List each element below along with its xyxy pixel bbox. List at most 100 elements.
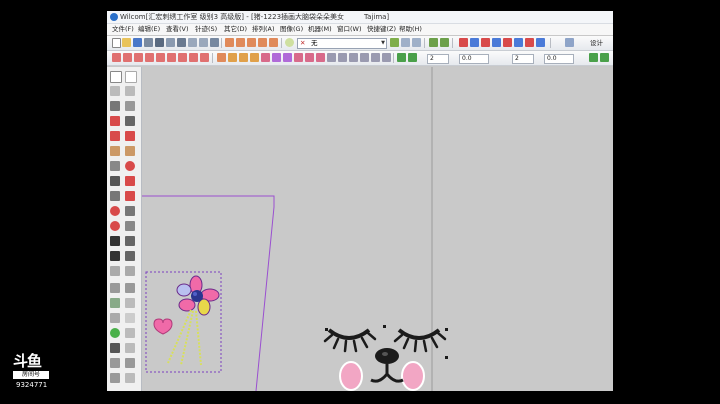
rotate-icon[interactable]	[600, 53, 609, 62]
line-icon[interactable]	[110, 176, 120, 186]
curve-icon[interactable]	[110, 191, 120, 201]
stitch-tool-5-icon[interactable]	[156, 53, 165, 62]
menu-window[interactable]: 窗口(W)	[337, 24, 362, 35]
effect-14-icon[interactable]	[360, 53, 369, 62]
menu-machine[interactable]: 机器(M)	[308, 24, 332, 35]
zigzag-2-icon[interactable]	[125, 131, 135, 141]
outline-2-icon[interactable]	[125, 313, 135, 323]
spin-value-3[interactable]: 2	[512, 54, 534, 64]
effect-5-icon[interactable]	[261, 53, 270, 62]
star-icon[interactable]	[125, 206, 135, 216]
green-circle-icon[interactable]	[110, 328, 120, 338]
effect-9-icon[interactable]	[305, 53, 314, 62]
zigzag-icon[interactable]	[110, 131, 120, 141]
stitch-tool-3-icon[interactable]	[134, 53, 143, 62]
color-tool-5-icon[interactable]	[503, 38, 512, 47]
satin-icon[interactable]	[110, 116, 120, 126]
effect-2-icon[interactable]	[228, 53, 237, 62]
move-icon[interactable]	[589, 53, 598, 62]
stitch-tool-9-icon[interactable]	[200, 53, 209, 62]
menu-image[interactable]: 图像(G)	[280, 24, 303, 35]
auto-fix-2-icon[interactable]	[408, 53, 417, 62]
monogram-icon[interactable]	[110, 251, 120, 261]
stitch-type-1-icon[interactable]	[225, 38, 234, 47]
tool-c-icon[interactable]	[412, 38, 421, 47]
effect-11-icon[interactable]	[327, 53, 336, 62]
trace-2-icon[interactable]	[125, 298, 135, 308]
measure-2-icon[interactable]	[125, 373, 135, 383]
lettering-2-icon[interactable]	[125, 236, 135, 246]
stitch-type-5-icon[interactable]	[269, 38, 278, 47]
sequence-2-icon[interactable]	[125, 343, 135, 353]
pattern-icon[interactable]	[125, 221, 135, 231]
stitch-type-4-icon[interactable]	[258, 38, 267, 47]
effect-10-icon[interactable]	[316, 53, 325, 62]
reshape-icon[interactable]	[110, 86, 120, 96]
circle-icon[interactable]	[125, 161, 135, 171]
menu-edit[interactable]: 编辑(E)	[138, 24, 160, 35]
design-canvas[interactable]	[142, 67, 613, 391]
save-icon[interactable]	[133, 38, 142, 47]
menu-shortcuts[interactable]: 快捷键(Z)	[367, 24, 396, 35]
offset-icon[interactable]	[125, 328, 135, 338]
tool-a-icon[interactable]	[390, 38, 399, 47]
color-tool-8-icon[interactable]	[536, 38, 545, 47]
color-tool-1-icon[interactable]	[459, 38, 468, 47]
hide-icon[interactable]	[110, 266, 120, 276]
color-circle-icon[interactable]	[285, 38, 294, 47]
new-file-icon[interactable]	[112, 38, 121, 48]
select-arrow-icon[interactable]	[110, 71, 122, 83]
pen-2-icon[interactable]	[125, 358, 135, 368]
cut-icon[interactable]	[155, 38, 164, 47]
stitch-tool-6-icon[interactable]	[167, 53, 176, 62]
stitch-type-3-icon[interactable]	[247, 38, 256, 47]
effect-7-icon[interactable]	[283, 53, 292, 62]
circle-tool-icon[interactable]	[110, 206, 120, 216]
knife-icon[interactable]	[125, 86, 135, 96]
appliqué-2-icon[interactable]	[125, 283, 135, 293]
stitch-icon[interactable]	[110, 101, 120, 111]
color-tool-4-icon[interactable]	[492, 38, 501, 47]
effect-15-icon[interactable]	[371, 53, 380, 62]
effect-6-icon[interactable]	[272, 53, 281, 62]
menu-other[interactable]: 其它(D)	[224, 24, 247, 35]
effect-8-icon[interactable]	[294, 53, 303, 62]
color-combo[interactable]: ✕ 无 ▼	[297, 38, 387, 49]
effect-4-icon[interactable]	[250, 53, 259, 62]
ellipse-icon[interactable]	[110, 221, 120, 231]
color-tool-7-icon[interactable]	[525, 38, 534, 47]
menu-view[interactable]: 查看(V)	[166, 24, 189, 35]
pen-icon[interactable]	[110, 358, 120, 368]
stitch-tool-8-icon[interactable]	[189, 53, 198, 62]
satin-2-icon[interactable]	[125, 116, 135, 126]
face-design[interactable]	[323, 325, 448, 391]
menu-arrange[interactable]: 排列(A)	[252, 24, 275, 35]
fill-2-icon[interactable]	[125, 146, 135, 156]
appliqué-icon[interactable]	[110, 283, 120, 293]
stitch-tool-1-icon[interactable]	[112, 53, 121, 62]
color-tool-6-icon[interactable]	[514, 38, 523, 47]
auto-fix-icon[interactable]	[397, 53, 406, 62]
zoom-icon[interactable]	[210, 38, 219, 47]
effect-12-icon[interactable]	[338, 53, 347, 62]
redo-icon[interactable]	[199, 38, 208, 47]
copy-icon[interactable]	[166, 38, 175, 47]
menu-stitch[interactable]: 针迹(S)	[195, 24, 217, 35]
stitch-tool-4-icon[interactable]	[145, 53, 154, 62]
effect-13-icon[interactable]	[349, 53, 358, 62]
spin-value-4[interactable]: 0.0	[544, 54, 574, 64]
measure-icon[interactable]	[110, 373, 120, 383]
tool-e-icon[interactable]	[440, 38, 449, 47]
effect-3-icon[interactable]	[239, 53, 248, 62]
design-view-icon[interactable]	[565, 38, 574, 47]
spin-value-1[interactable]: 2	[427, 54, 449, 64]
menu-help[interactable]: 帮助(H)	[399, 24, 422, 35]
effect-16-icon[interactable]	[382, 53, 391, 62]
fill-icon[interactable]	[110, 146, 120, 156]
curve-2-icon[interactable]	[125, 191, 135, 201]
trace-icon[interactable]	[110, 298, 120, 308]
effect-1-icon[interactable]	[217, 53, 226, 62]
lettering-icon[interactable]	[110, 236, 120, 246]
tool-d-icon[interactable]	[429, 38, 438, 47]
print-icon[interactable]	[144, 38, 153, 47]
